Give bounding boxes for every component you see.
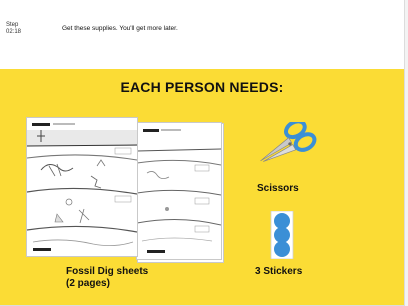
sheets-label: Fossil Dig sheets (2 pages): [66, 266, 148, 290]
activity-card: Step 02:18 Get these supplies. You'll ge…: [0, 0, 405, 306]
sheets-label-line1: Fossil Dig sheets: [66, 266, 149, 277]
step-indicator: Step 02:18: [6, 22, 21, 36]
step-header: Step 02:18 Get these supplies. You'll ge…: [0, 0, 404, 69]
panel-title: EACH PERSON NEEDS:: [120, 79, 284, 95]
scissors-label: Scissors: [257, 183, 299, 194]
fossil-dig-sheets-icon: [26, 117, 224, 263]
scissors-icon: [250, 119, 322, 168]
sheets-label-line2: (2 pages): [66, 278, 110, 289]
stickers-label: 3 Stickers: [255, 266, 303, 277]
step-instruction: Get these supplies. You'll get more late…: [62, 25, 178, 32]
stickers-icon: [270, 210, 294, 260]
step-code: 02:18: [6, 29, 22, 35]
step-label: Step: [6, 22, 19, 28]
